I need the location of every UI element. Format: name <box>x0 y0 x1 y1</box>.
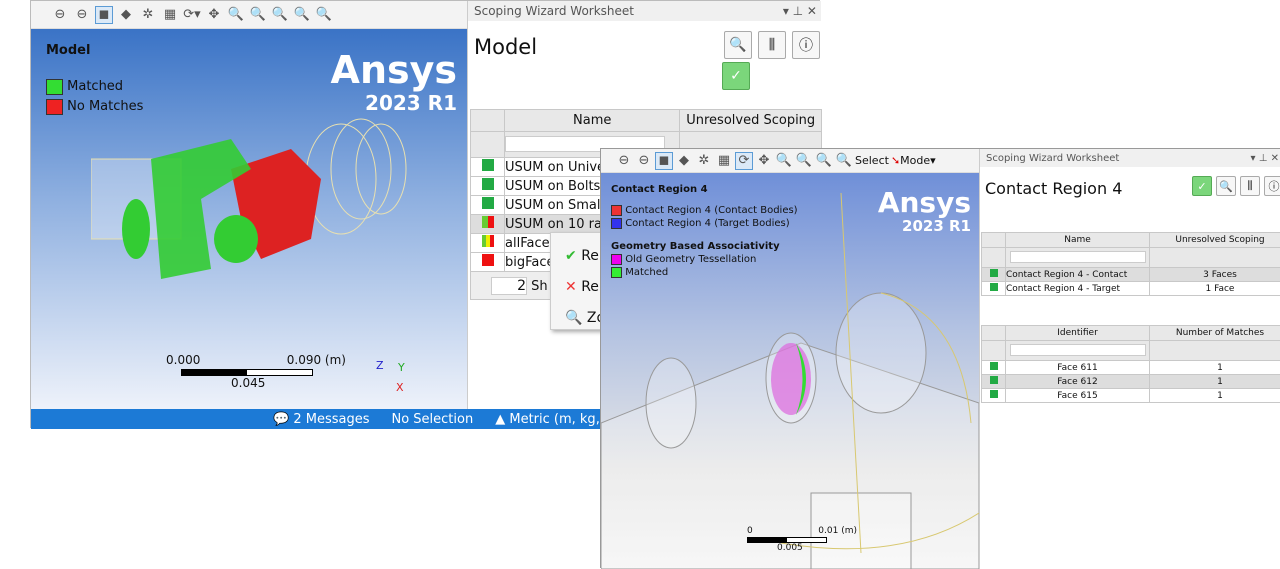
panel-title: Scoping Wizard Worksheet <box>474 4 634 18</box>
legend-label: Contact Region 4 (Contact Bodies) <box>625 205 797 216</box>
pan-icon[interactable]: ✥ <box>205 6 223 24</box>
scale-bar: 0 0.01 (m) 0.005 <box>747 526 857 553</box>
wireframe-view-icon[interactable]: ◆ <box>675 152 693 170</box>
scale-right: 0.090 (m) <box>287 353 346 367</box>
scale-left: 0 <box>747 526 753 536</box>
zoom-previous-icon[interactable]: ⊖ <box>615 152 633 170</box>
scoping-wizard-worksheet: Scoping Wizard Worksheet ▾ ⊥ ✕ Contact Re… <box>979 149 1280 569</box>
panel-title: Scoping Wizard Worksheet <box>986 153 1119 164</box>
scoping-table: NameUnresolved Scoping Contact Region 4 … <box>981 232 1280 296</box>
scale-left: 0.000 <box>166 353 200 367</box>
accept-button[interactable]: ✓ <box>1192 176 1212 196</box>
info-button[interactable]: ⓘ <box>792 31 820 59</box>
graphics-toolbar: ⊖ ⊖ ◼ ◆ ✲ ▦ ⟳ ✥ 🔍 🔍 🔍 🔍 Select ➘Mode▾ <box>601 149 979 173</box>
viewport-title: Model <box>46 43 90 58</box>
scale-right: 0.01 (m) <box>818 526 857 536</box>
legend: Contact Region 4 Contact Region 4 (Conta… <box>611 183 798 279</box>
name-filter-input[interactable] <box>1010 251 1146 263</box>
column-header[interactable]: Name <box>1006 233 1150 248</box>
worksheet-title: Contact Region 4 <box>985 179 1122 198</box>
zoom-previous-icon[interactable]: ⊖ <box>51 6 69 24</box>
accept-button[interactable]: ✓ <box>722 62 750 90</box>
shaded-view-icon[interactable]: ◼ <box>95 6 113 24</box>
zoom-icon[interactable]: 🔍 <box>227 6 245 24</box>
select-icon[interactable]: ▦ <box>715 152 733 170</box>
viewport-title: Contact Region 4 <box>611 183 798 196</box>
info-button[interactable]: ⓘ <box>1264 176 1280 196</box>
selection-status: No Selection <box>391 412 473 427</box>
ansys-logo: Ansys 2023 R1 <box>331 51 457 113</box>
scale-bar: 0.000 0.090 (m) 0.045 <box>166 353 346 390</box>
scale-mid: 0.005 <box>777 543 857 553</box>
select-icon[interactable]: ▦ <box>161 6 179 24</box>
select-button[interactable]: Select <box>855 154 889 167</box>
legend-label: Contact Region 4 (Target Bodies) <box>625 218 789 229</box>
graphics-viewport[interactable]: Model Matched No Matches Ansys 2023 R1 0… <box>31 29 467 409</box>
matches-table: IdentifierNumber of Matches Face 6111 Fa… <box>981 325 1280 403</box>
ansys-logo: Ansys 2023 R1 <box>878 189 971 234</box>
page-count-input[interactable]: 2 <box>491 277 527 295</box>
column-header[interactable]: Unresolved Scoping <box>680 110 822 132</box>
zoom-fit-icon[interactable]: 🔍 <box>815 152 833 170</box>
legend-label: Matched <box>625 267 668 278</box>
worksheet-title: Model <box>474 35 537 59</box>
zoom-next-icon[interactable]: ⊖ <box>635 152 653 170</box>
zoom-to-button[interactable]: 🔍 <box>1216 176 1236 196</box>
legend-swatch <box>46 99 63 115</box>
zoom-fit-icon[interactable]: 🔍 <box>271 6 289 24</box>
settings-button[interactable]: ⫼ <box>1240 176 1260 196</box>
axis-triad: Z Y X <box>376 359 426 399</box>
zoom-to-button[interactable]: 🔍 <box>724 31 752 59</box>
settings-button[interactable]: ⫼ <box>758 31 786 59</box>
legend-section-title: Geometry Based Associativity <box>611 240 798 253</box>
box-zoom-icon[interactable]: 🔍 <box>249 6 267 24</box>
graphics-toolbar: ⊖ ⊖ ◼ ◆ ✲ ▦ ⟳▾ ✥ 🔍 🔍 🔍 🔍 🔍 <box>31 1 467 29</box>
column-header[interactable]: Number of Matches <box>1150 326 1280 341</box>
table-row[interactable]: Face 6111 <box>982 361 1280 375</box>
mechanical-window-2: ⊖ ⊖ ◼ ◆ ✲ ▦ ⟳ ✥ 🔍 🔍 🔍 🔍 Select ➘Mode▾ Co… <box>600 148 1280 568</box>
wireframe-view-icon[interactable]: ◆ <box>117 6 135 24</box>
scale-mid: 0.045 <box>231 376 346 390</box>
rotate-icon[interactable]: ⟳▾ <box>183 6 201 24</box>
pan-icon[interactable]: ✥ <box>755 152 773 170</box>
zoom-all-icon[interactable]: 🔍 <box>315 6 333 24</box>
shaded-view-icon[interactable]: ◼ <box>655 152 673 170</box>
rotate-icon[interactable]: ⟳ <box>735 152 753 170</box>
display-options-icon[interactable]: ✲ <box>695 152 713 170</box>
column-header[interactable]: Unresolved Scoping <box>1150 233 1280 248</box>
panel-controls[interactable]: ▾ ⊥ ✕ <box>783 4 817 18</box>
mode-dropdown[interactable]: ➘Mode▾ <box>891 154 936 167</box>
table-row[interactable]: Face 6121 <box>982 375 1280 389</box>
model-geometry <box>91 109 431 339</box>
table-row[interactable]: Contact Region 4 - Target1 Face <box>982 282 1280 296</box>
zoom-select-icon[interactable]: 🔍 <box>293 6 311 24</box>
graphics-viewport[interactable]: Contact Region 4 Contact Region 4 (Conta… <box>601 173 979 569</box>
box-zoom-icon[interactable]: 🔍 <box>795 152 813 170</box>
column-header[interactable]: Name <box>505 110 680 132</box>
legend-label: Matched <box>67 79 123 94</box>
zoom-icon[interactable]: 🔍 <box>775 152 793 170</box>
table-row[interactable]: Contact Region 4 - Contact3 Faces <box>982 268 1280 282</box>
legend-label: Old Geometry Tessellation <box>625 254 756 265</box>
display-options-icon[interactable]: ✲ <box>139 6 157 24</box>
show-label: Sh <box>531 279 548 294</box>
zoom-all-icon[interactable]: 🔍 <box>835 152 853 170</box>
zoom-next-icon[interactable]: ⊖ <box>73 6 91 24</box>
legend-swatch <box>46 79 63 95</box>
column-header[interactable]: Identifier <box>1006 326 1150 341</box>
panel-controls[interactable]: ▾ ⊥ ✕ <box>1251 153 1279 164</box>
table-row[interactable]: Face 6151 <box>982 389 1280 403</box>
messages-indicator[interactable]: 💬 2 Messages <box>273 412 369 427</box>
identifier-filter-input[interactable] <box>1010 344 1146 356</box>
